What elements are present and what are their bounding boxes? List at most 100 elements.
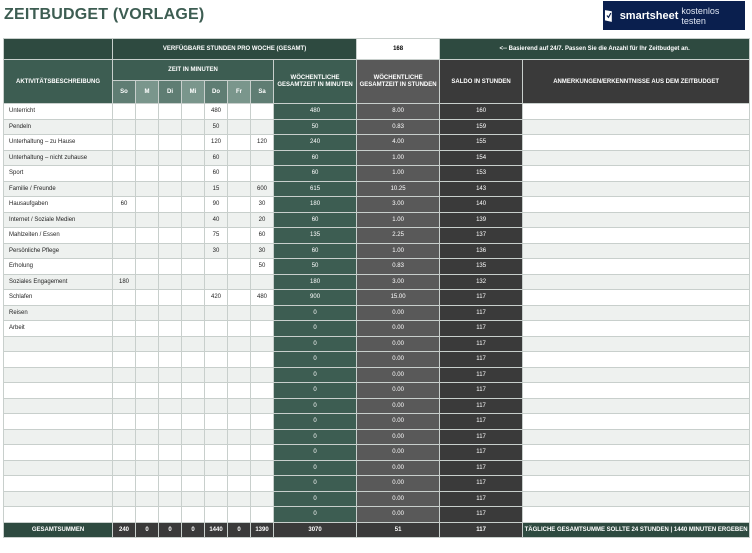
minutes-cell-di[interactable]	[158, 165, 182, 182]
minutes-cell-di[interactable]	[158, 149, 182, 166]
minutes-cell-do[interactable]: 120	[204, 134, 228, 151]
minutes-cell-so[interactable]	[112, 351, 136, 368]
minutes-cell-m[interactable]	[135, 258, 159, 275]
activity-cell[interactable]: Mahlzeiten / Essen	[3, 227, 113, 244]
minutes-cell-do[interactable]: 30	[204, 242, 228, 259]
minutes-cell-do[interactable]	[204, 366, 228, 383]
minutes-cell-di[interactable]	[158, 413, 182, 430]
minutes-cell-sa[interactable]	[250, 320, 274, 337]
minutes-cell-so[interactable]: 180	[112, 273, 136, 290]
minutes-cell-m[interactable]	[135, 366, 159, 383]
minutes-cell-so[interactable]	[112, 134, 136, 151]
minutes-cell-mi[interactable]	[181, 134, 205, 151]
minutes-cell-sa[interactable]	[250, 490, 274, 507]
activity-cell[interactable]	[3, 475, 113, 492]
minutes-cell-m[interactable]	[135, 134, 159, 151]
minutes-cell-do[interactable]	[204, 382, 228, 399]
minutes-cell-m[interactable]	[135, 273, 159, 290]
minutes-cell-fr[interactable]	[227, 165, 251, 182]
minutes-cell-do[interactable]	[204, 351, 228, 368]
activity-cell[interactable]	[3, 366, 113, 383]
minutes-cell-sa[interactable]: 480	[250, 289, 274, 306]
minutes-cell-fr[interactable]	[227, 227, 251, 244]
activity-cell[interactable]	[3, 382, 113, 399]
notes-cell[interactable]	[522, 211, 751, 228]
minutes-cell-sa[interactable]	[250, 506, 274, 523]
minutes-cell-do[interactable]	[204, 413, 228, 430]
minutes-cell-mi[interactable]	[181, 304, 205, 321]
minutes-cell-fr[interactable]	[227, 428, 251, 445]
activity-cell[interactable]: Schlafen	[3, 289, 113, 306]
notes-cell[interactable]	[522, 165, 751, 182]
minutes-cell-m[interactable]	[135, 180, 159, 197]
minutes-cell-mi[interactable]	[181, 258, 205, 275]
notes-cell[interactable]	[522, 506, 751, 523]
minutes-cell-sa[interactable]: 50	[250, 258, 274, 275]
notes-cell[interactable]	[522, 428, 751, 445]
minutes-cell-mi[interactable]	[181, 180, 205, 197]
minutes-cell-fr[interactable]	[227, 289, 251, 306]
minutes-cell-do[interactable]	[204, 320, 228, 337]
minutes-cell-m[interactable]	[135, 304, 159, 321]
notes-cell[interactable]	[522, 335, 751, 352]
minutes-cell-mi[interactable]	[181, 382, 205, 399]
minutes-cell-di[interactable]	[158, 304, 182, 321]
minutes-cell-do[interactable]	[204, 428, 228, 445]
minutes-cell-fr[interactable]	[227, 351, 251, 368]
minutes-cell-fr[interactable]	[227, 304, 251, 321]
notes-cell[interactable]	[522, 459, 751, 476]
minutes-cell-mi[interactable]	[181, 366, 205, 383]
minutes-cell-di[interactable]	[158, 351, 182, 368]
minutes-cell-do[interactable]: 60	[204, 149, 228, 166]
minutes-cell-sa[interactable]: 120	[250, 134, 274, 151]
activity-cell[interactable]: Unterhaltung – nicht zuhause	[3, 149, 113, 166]
minutes-cell-sa[interactable]	[250, 444, 274, 461]
minutes-cell-so[interactable]	[112, 335, 136, 352]
minutes-cell-di[interactable]	[158, 382, 182, 399]
notes-cell[interactable]	[522, 366, 751, 383]
minutes-cell-fr[interactable]	[227, 490, 251, 507]
minutes-cell-di[interactable]	[158, 459, 182, 476]
activity-cell[interactable]	[3, 397, 113, 414]
minutes-cell-mi[interactable]	[181, 118, 205, 135]
minutes-cell-sa[interactable]	[250, 165, 274, 182]
minutes-cell-do[interactable]: 420	[204, 289, 228, 306]
minutes-cell-mi[interactable]	[181, 397, 205, 414]
minutes-cell-do[interactable]: 75	[204, 227, 228, 244]
minutes-cell-so[interactable]	[112, 320, 136, 337]
minutes-cell-mi[interactable]	[181, 428, 205, 445]
notes-cell[interactable]	[522, 444, 751, 461]
notes-cell[interactable]	[522, 242, 751, 259]
activity-cell[interactable]	[3, 490, 113, 507]
minutes-cell-sa[interactable]	[250, 428, 274, 445]
minutes-cell-m[interactable]	[135, 289, 159, 306]
minutes-cell-di[interactable]	[158, 242, 182, 259]
minutes-cell-mi[interactable]	[181, 351, 205, 368]
minutes-cell-so[interactable]	[112, 103, 136, 120]
notes-cell[interactable]	[522, 258, 751, 275]
minutes-cell-sa[interactable]	[250, 397, 274, 414]
minutes-cell-sa[interactable]	[250, 351, 274, 368]
minutes-cell-di[interactable]	[158, 506, 182, 523]
activity-cell[interactable]: Internet / Soziale Medien	[3, 211, 113, 228]
notes-cell[interactable]	[522, 134, 751, 151]
activity-cell[interactable]: Familie / Freunde	[3, 180, 113, 197]
minutes-cell-m[interactable]	[135, 149, 159, 166]
minutes-cell-m[interactable]	[135, 103, 159, 120]
minutes-cell-di[interactable]	[158, 134, 182, 151]
minutes-cell-sa[interactable]: 30	[250, 242, 274, 259]
minutes-cell-di[interactable]	[158, 366, 182, 383]
minutes-cell-fr[interactable]	[227, 149, 251, 166]
notes-cell[interactable]	[522, 382, 751, 399]
minutes-cell-fr[interactable]	[227, 118, 251, 135]
activity-cell[interactable]: Unterricht	[3, 103, 113, 120]
minutes-cell-fr[interactable]	[227, 211, 251, 228]
minutes-cell-so[interactable]	[112, 118, 136, 135]
activity-cell[interactable]	[3, 413, 113, 430]
minutes-cell-m[interactable]	[135, 351, 159, 368]
activity-cell[interactable]	[3, 335, 113, 352]
activity-cell[interactable]: Sport	[3, 165, 113, 182]
available-hours-input[interactable]: 168	[356, 38, 441, 60]
activity-cell[interactable]: Persönliche Pflege	[3, 242, 113, 259]
minutes-cell-sa[interactable]	[250, 149, 274, 166]
